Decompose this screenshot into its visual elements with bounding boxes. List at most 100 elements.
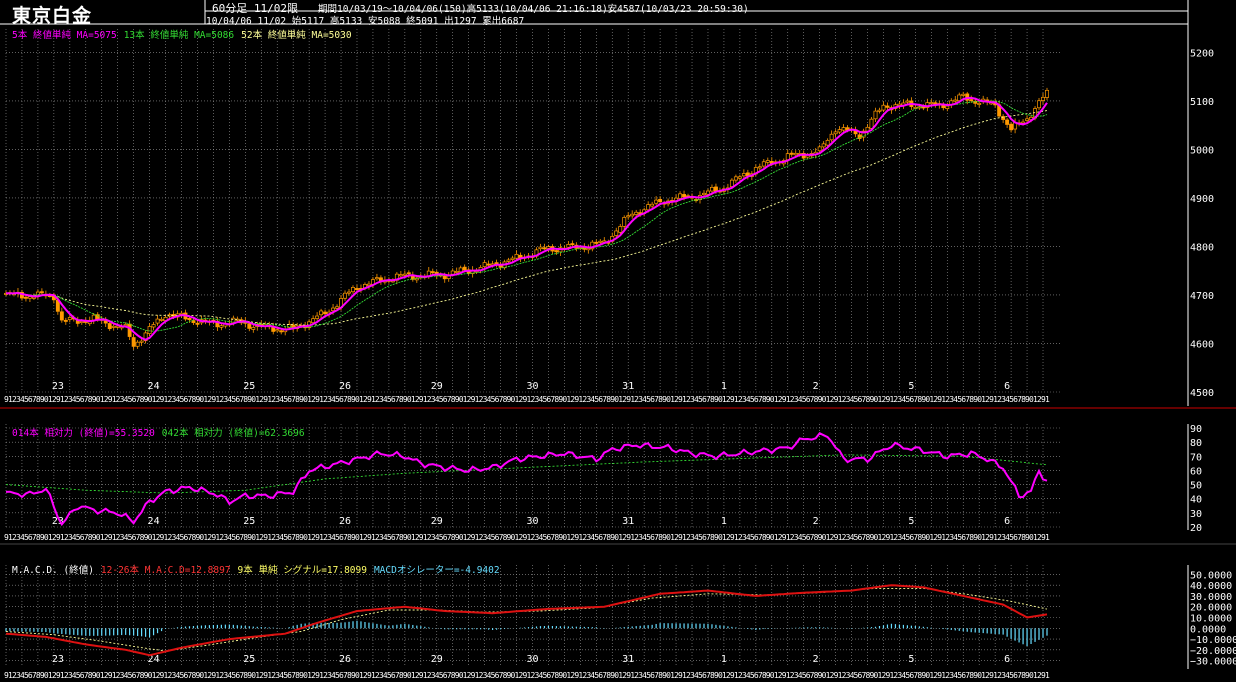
candle-bullish [761,161,766,167]
y-tick-label: 90 [1190,424,1202,435]
day-label: 24 [148,381,160,392]
day-label: 29 [431,654,443,665]
candle-bullish [482,262,487,268]
candle-bearish [570,243,575,246]
candle-bullish [566,244,571,248]
y-tick-label: 0.0000 [1190,624,1226,635]
day-label: 1 [721,654,727,665]
candle-bullish [678,193,683,199]
day-label: 25 [243,516,255,527]
candle-bullish [458,267,463,273]
candle-bullish [331,307,336,312]
candle-bearish [885,105,890,108]
macd-legend-entry-2: 9本 単純 シグナル=17.8099 [237,565,367,576]
y-tick-label: 4600 [1190,339,1214,350]
y-tick-label: 20 [1190,523,1202,534]
candle-bearish [59,311,64,321]
candle-bullish [159,318,164,321]
day-label: 6 [1004,516,1010,527]
y-tick-label: 4800 [1190,242,1214,253]
candle-bullish [147,326,152,334]
candle-bullish [1037,100,1041,109]
price-legend: 5本 終値単純 MA=5075 13本 終値単純 MA=5086 52本 終値単純 … [12,27,359,41]
price-legend-entry-2: 52本 終値単純 MA=5030 [241,30,352,41]
macd-legend-entry-1: 12-26本 M.A.C.D=12.8897 [100,565,231,576]
y-tick-label: −20.0000 [1190,646,1236,657]
candle-bearish [442,275,447,280]
candle-bullish [251,327,256,330]
y-tick-label: −10.0000 [1190,635,1236,646]
price-legend-entry-0: 5本 終値単純 MA=5075 [12,30,117,41]
candle-bullish [139,340,144,343]
candle-bullish [1045,89,1049,98]
candle-bullish [957,94,962,101]
day-label: 23 [52,381,64,392]
candle-bullish [586,248,591,251]
hour-tick: 1 [1045,533,1050,542]
candle-bullish [598,240,603,243]
day-label: 6 [1004,381,1010,392]
y-tick-label: 5200 [1190,48,1214,59]
candle-bearish [430,271,435,274]
y-tick-label: 40.0000 [1190,581,1232,592]
candle-bullish [1025,118,1030,121]
candle-bearish [594,241,599,244]
y-tick-label: 80 [1190,438,1202,449]
candle-bullish [841,127,846,131]
grid-panel-2: −30.0000−20.0000−10.00000.000010.000020.… [4,565,1236,680]
ma13-line [5,100,1048,332]
candle-bearish [554,250,559,253]
candle-bearish [1009,123,1014,131]
candle-bearish [969,99,974,102]
macd-oscillator [5,620,1048,647]
candle-bullish [646,204,651,211]
candle-bearish [23,296,28,299]
candle-bullish [929,102,934,105]
candle-bullish [347,291,351,294]
rsi-legend-entry-1: 042本 相対力 (終値)=62.3696 [161,428,305,439]
candle-bullish [829,133,834,141]
y-tick-label: 4900 [1190,194,1214,205]
day-label: 29 [431,516,443,527]
grid-panel-1: 203040506070809023 24 25 26 29 30 31 1 2 5 69 1 2 3 4 5… [4,424,1202,542]
rsi-legend: 014本 相対力 (終値)=55.3520 042本 相対力 (終値)=62.36… [12,425,312,439]
chart-canvas: 4500460047004800490050005100520023 24 25 26… [0,0,1236,680]
candle-bearish [323,311,328,315]
candle-bearish [486,263,491,266]
candle-bearish [789,152,794,155]
candle-bullish [837,129,842,133]
candle-bearish [498,265,503,268]
y-tick-label: 30 [1190,509,1202,520]
y-tick-label: 20.0000 [1190,603,1232,614]
candle-bullish [702,192,706,196]
candle-bullish [510,257,515,260]
candle-bullish [398,274,403,277]
candle-bearish [107,323,112,330]
candle-bullish [506,259,511,262]
candle-bearish [406,272,411,275]
candle-bullish [634,211,639,215]
signal-line [5,587,1048,652]
day-label: 25 [243,381,255,392]
macd-legend: M.A.C.D. (終値) 12-26本 M.A.C.D=12.8897 9本 単純… [12,562,507,576]
candle-bullish [821,143,826,148]
candle-bullish [335,306,339,309]
y-tick-label: −30.0000 [1190,657,1236,668]
day-label: 25 [243,654,255,665]
candle-bearish [191,320,196,323]
rsi14-line [5,432,1048,527]
day-label: 2 [813,654,819,665]
candle-bullish [785,153,790,161]
y-tick-label: 5100 [1190,97,1214,108]
candle-bearish [462,266,467,271]
day-label: 2 [813,516,819,527]
candle-bullish [155,318,160,324]
y-tick-label: 70 [1190,452,1202,463]
day-label: 26 [339,381,351,392]
candle-bullish [873,110,878,120]
candle-bullish [650,203,655,207]
candle-bullish [953,99,958,102]
candle-bullish [343,292,347,299]
candle-bullish [614,230,619,236]
candle-bullish [31,296,36,299]
